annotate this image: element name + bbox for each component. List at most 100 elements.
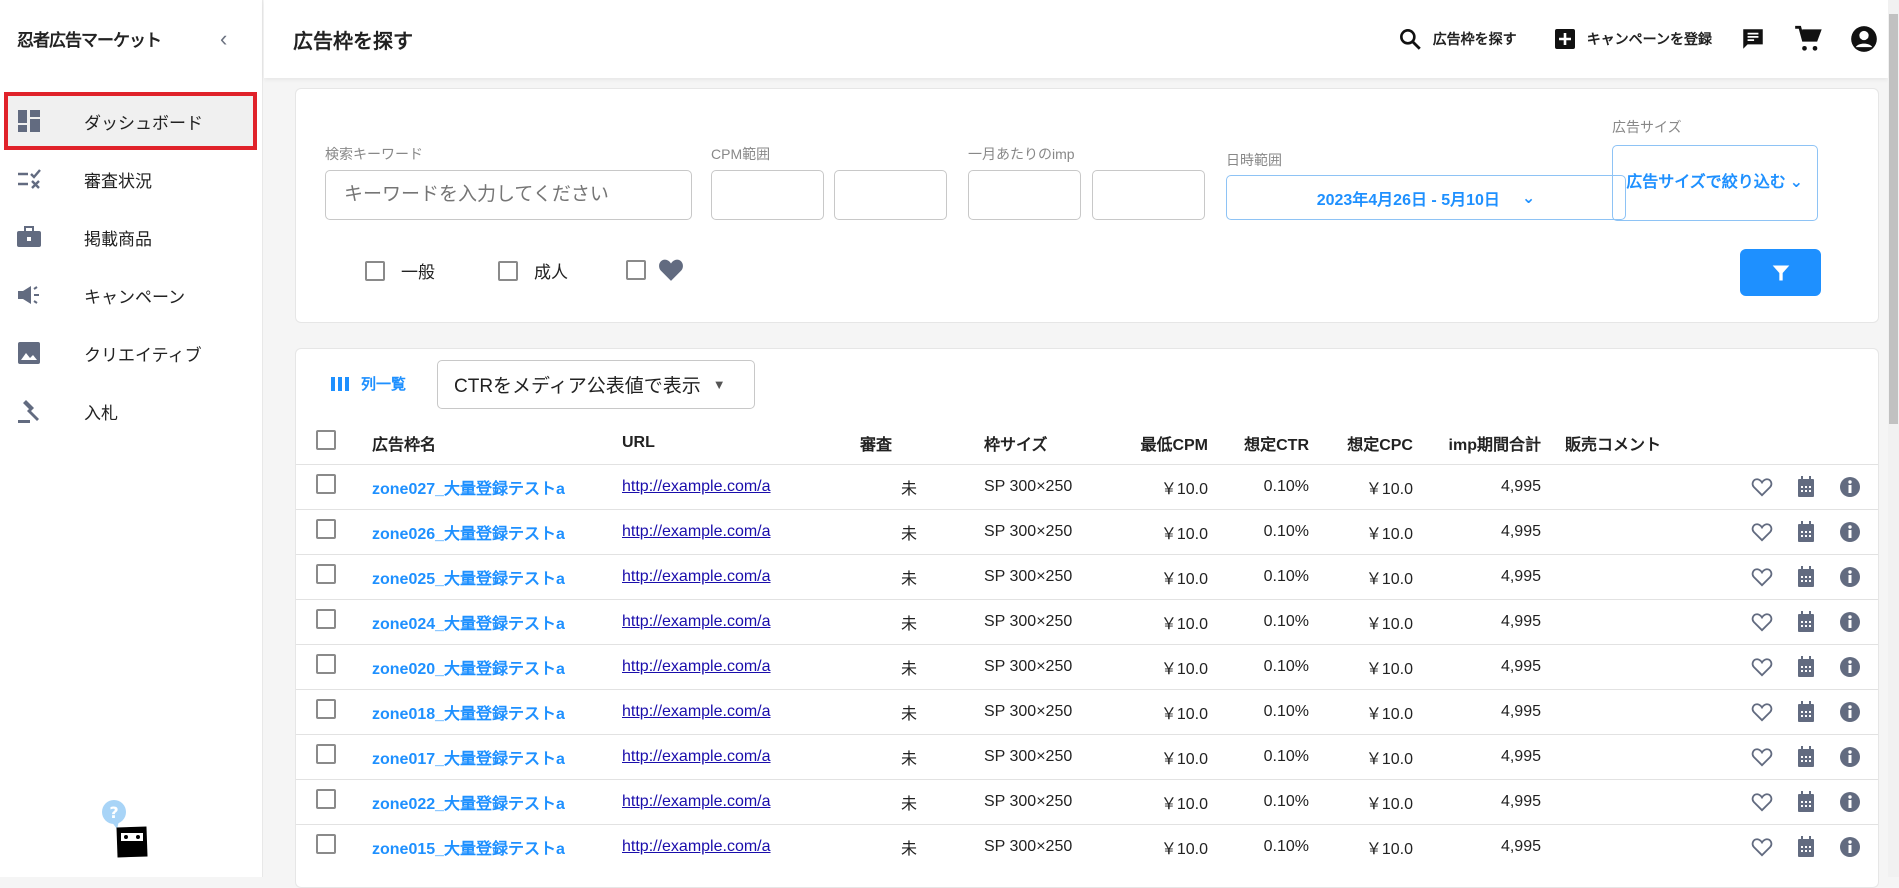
table-row[interactable]: zone026_大量登録テストa http://example.com/a 未 SP …: [296, 508, 1878, 554]
slot-name-link[interactable]: zone018_大量登録テストa: [372, 688, 622, 734]
row-checkbox[interactable]: [316, 519, 336, 539]
checkbox[interactable]: [498, 260, 518, 281]
slot-name-link[interactable]: zone026_大量登録テストa: [372, 508, 622, 554]
add-campaign-button[interactable]: キャンペーンを登録: [1553, 27, 1712, 51]
slot-name-link[interactable]: zone020_大量登録テストa: [372, 643, 622, 689]
table-row[interactable]: zone017_大量登録テストa http://example.com/a 未 SP …: [296, 733, 1878, 779]
favorite-heart-icon[interactable]: [1749, 702, 1775, 722]
help-ninja-icon[interactable]: ?: [101, 799, 151, 868]
cpm-min-input[interactable]: [711, 170, 824, 220]
sidebar-item-4[interactable]: クリエイティブ: [0, 324, 263, 382]
favorite-heart-icon[interactable]: [1749, 477, 1775, 497]
select-all-checkbox[interactable]: [316, 430, 336, 451]
table-row[interactable]: zone024_大量登録テストa http://example.com/a 未 SP …: [296, 598, 1878, 644]
calendar-icon[interactable]: [1793, 655, 1819, 678]
calendar-icon[interactable]: [1793, 475, 1819, 498]
scrollbar-thumb[interactable]: [1889, 14, 1898, 424]
info-icon[interactable]: [1837, 476, 1863, 498]
url-link[interactable]: http://example.com/a: [622, 748, 771, 765]
info-icon[interactable]: [1837, 836, 1863, 858]
favorite-heart-icon[interactable]: [1749, 747, 1775, 767]
table-row[interactable]: zone015_大量登録テストa http://example.com/a 未 SP …: [296, 823, 1878, 869]
checkbox-favorite[interactable]: [626, 258, 684, 282]
col-cpc[interactable]: 想定CPC: [1309, 422, 1413, 464]
favorite-heart-icon[interactable]: [1749, 567, 1775, 587]
slot-name-link[interactable]: zone015_大量登録テストa: [372, 823, 622, 869]
slot-name-link[interactable]: zone017_大量登録テストa: [372, 733, 622, 779]
row-checkbox[interactable]: [316, 654, 336, 674]
imp-min-input[interactable]: [968, 170, 1081, 220]
account-icon[interactable]: [1850, 25, 1878, 53]
table-row[interactable]: zone018_大量登録テストa http://example.com/a 未 SP …: [296, 688, 1878, 734]
apply-filter-button[interactable]: [1740, 249, 1821, 296]
table-row[interactable]: zone025_大量登録テストa http://example.com/a 未 SP …: [296, 553, 1878, 599]
col-imp-total[interactable]: imp期間合計: [1413, 422, 1541, 464]
info-icon[interactable]: [1837, 566, 1863, 588]
info-icon[interactable]: [1837, 656, 1863, 678]
search-ad-slots-button[interactable]: 広告枠を探す: [1397, 26, 1517, 52]
row-checkbox[interactable]: [316, 699, 336, 719]
info-icon[interactable]: [1837, 701, 1863, 723]
col-size[interactable]: 枠サイズ: [984, 422, 1112, 464]
favorite-heart-icon[interactable]: [1749, 837, 1775, 857]
checkbox-adult[interactable]: 成人: [498, 258, 568, 283]
slot-name-link[interactable]: zone025_大量登録テストa: [372, 553, 622, 599]
row-checkbox[interactable]: [316, 834, 336, 855]
col-name[interactable]: 広告枠名: [372, 422, 622, 464]
calendar-icon[interactable]: [1793, 610, 1819, 633]
date-range-select[interactable]: 2023年4月26日 - 5月10日 ⌄: [1226, 175, 1626, 220]
table-row[interactable]: zone022_大量登録テストa http://example.com/a 未 SP …: [296, 778, 1878, 824]
url-link[interactable]: http://example.com/a: [622, 838, 771, 855]
calendar-icon[interactable]: [1793, 565, 1819, 588]
columns-button[interactable]: 列一覧: [331, 373, 406, 394]
scrollbar[interactable]: [1888, 0, 1899, 877]
info-icon[interactable]: [1837, 611, 1863, 633]
calendar-icon[interactable]: [1793, 835, 1819, 858]
url-link[interactable]: http://example.com/a: [622, 703, 771, 720]
url-link[interactable]: http://example.com/a: [622, 793, 771, 810]
table-row[interactable]: zone020_大量登録テストa http://example.com/a 未 SP …: [296, 643, 1878, 689]
checkbox[interactable]: [626, 260, 646, 280]
calendar-icon[interactable]: [1793, 790, 1819, 813]
sidebar-item-1[interactable]: 審査状況: [0, 150, 263, 208]
info-icon[interactable]: [1837, 521, 1863, 543]
row-checkbox[interactable]: [316, 564, 336, 584]
sidebar-item-2[interactable]: 掲載商品: [0, 208, 263, 266]
favorite-heart-icon[interactable]: [1749, 522, 1775, 542]
url-link[interactable]: http://example.com/a: [622, 568, 771, 585]
keyword-input[interactable]: [325, 170, 692, 220]
slot-name-link[interactable]: zone024_大量登録テストa: [372, 598, 622, 644]
col-review[interactable]: 審査: [860, 422, 984, 464]
url-link[interactable]: http://example.com/a: [622, 658, 771, 675]
row-checkbox[interactable]: [316, 789, 336, 809]
ctr-display-select[interactable]: CTRをメディア公表値で表示 ▼: [437, 360, 755, 409]
table-row[interactable]: zone027_大量登録テストa http://example.com/a 未 SP …: [296, 463, 1878, 509]
row-checkbox[interactable]: [316, 744, 336, 764]
imp-max-input[interactable]: [1092, 170, 1205, 220]
checkbox[interactable]: [365, 260, 385, 281]
slot-name-link[interactable]: zone022_大量登録テストa: [372, 778, 622, 824]
calendar-icon[interactable]: [1793, 700, 1819, 723]
row-checkbox[interactable]: [316, 609, 336, 629]
sidebar-item-3[interactable]: キャンペーン: [0, 266, 263, 324]
calendar-icon[interactable]: [1793, 520, 1819, 543]
slot-name-link[interactable]: zone027_大量登録テストa: [372, 463, 622, 509]
checkbox-general[interactable]: 一般: [365, 258, 435, 283]
info-icon[interactable]: [1837, 791, 1863, 813]
row-checkbox[interactable]: [316, 474, 336, 494]
message-icon[interactable]: [1740, 26, 1766, 52]
cpm-max-input[interactable]: [834, 170, 947, 220]
ad-size-select[interactable]: 広告サイズで絞り込む ⌄: [1612, 145, 1818, 221]
url-link[interactable]: http://example.com/a: [622, 613, 771, 630]
favorite-heart-icon[interactable]: [1749, 657, 1775, 677]
col-ctr[interactable]: 想定CTR: [1208, 422, 1309, 464]
collapse-sidebar-chevron-icon[interactable]: ‹: [220, 26, 227, 52]
cart-icon[interactable]: [1794, 25, 1822, 53]
url-link[interactable]: http://example.com/a: [622, 478, 771, 495]
favorite-heart-icon[interactable]: [1749, 792, 1775, 812]
sidebar-item-0[interactable]: ダッシュボード: [4, 92, 257, 150]
favorite-heart-icon[interactable]: [1749, 612, 1775, 632]
col-url[interactable]: URL: [622, 422, 860, 464]
col-comment[interactable]: 販売コメント: [1541, 422, 1729, 464]
col-min-cpm[interactable]: 最低CPM: [1112, 422, 1208, 464]
